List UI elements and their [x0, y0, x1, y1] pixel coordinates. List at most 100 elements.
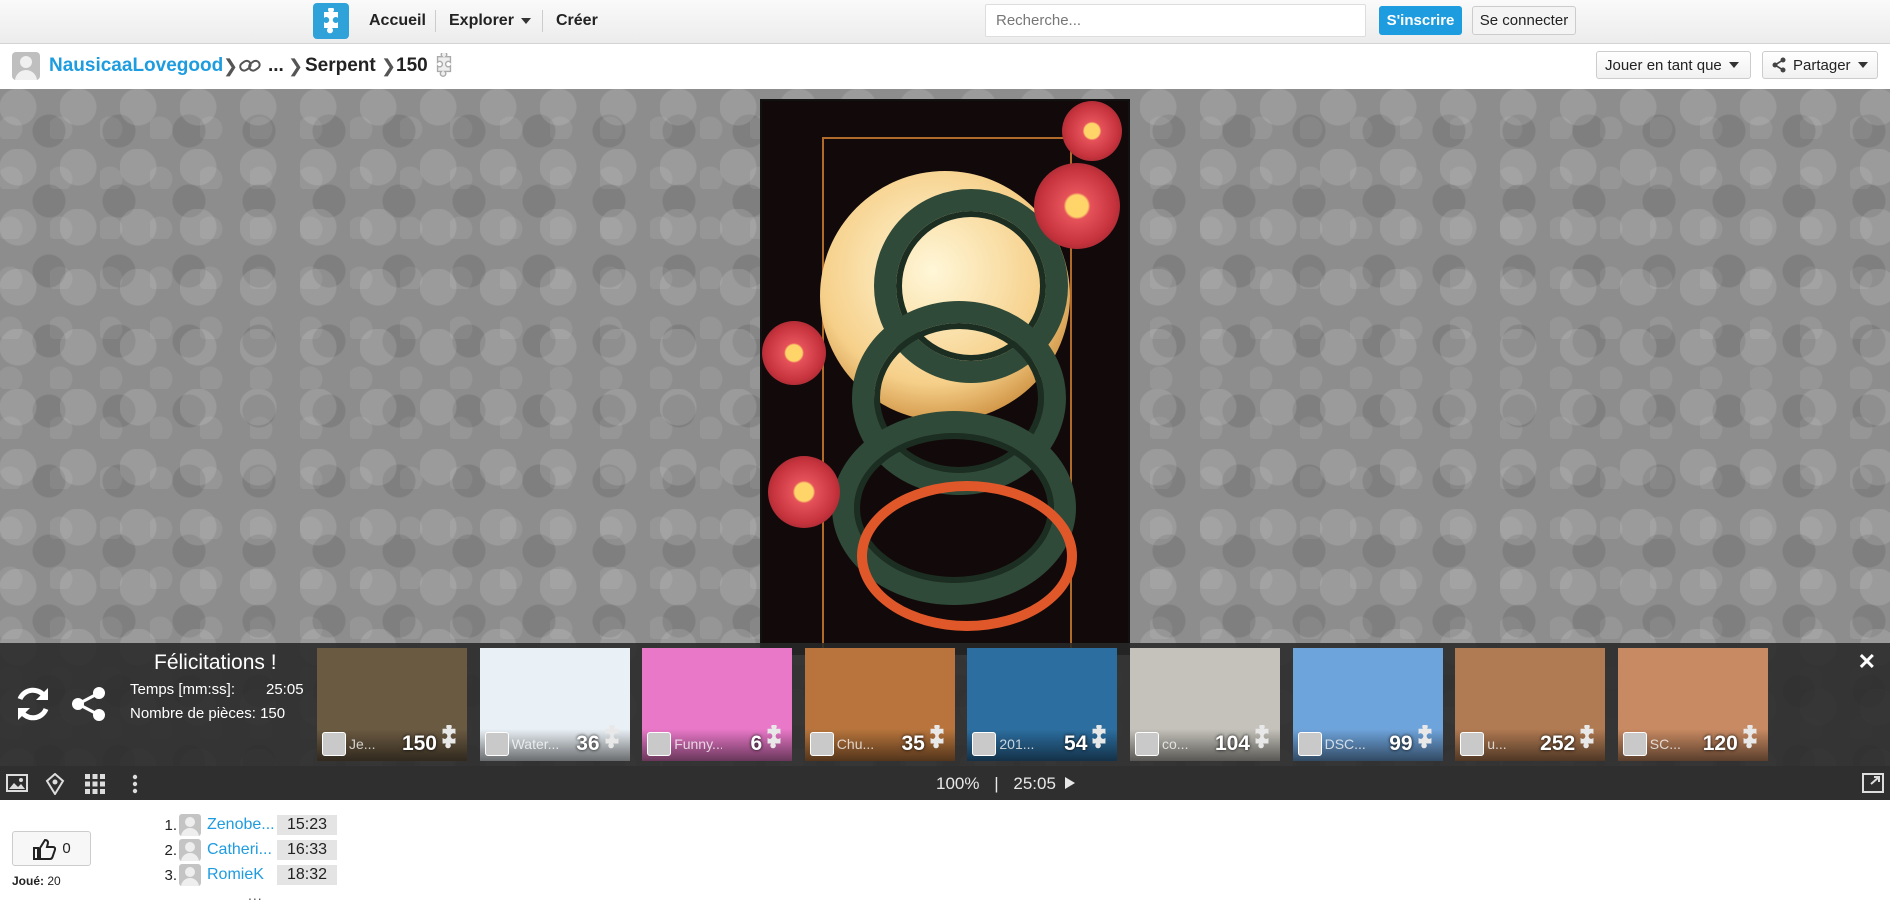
completed-puzzle-image[interactable]: [762, 101, 1128, 653]
thumbnail-piece-count: 35: [901, 732, 925, 755]
breadcrumb-user-link[interactable]: NausicaaLovegood: [49, 55, 223, 77]
timer: 25:05: [1013, 774, 1056, 793]
puzzle-thumbnail[interactable]: Je... 150: [317, 648, 467, 761]
puzzle-thumbnail[interactable]: u... 252: [1455, 648, 1606, 761]
thumbnail-avatar: [809, 732, 834, 756]
status-separator: |: [994, 774, 999, 793]
puzzle-thumbnail[interactable]: Funny... 6: [642, 648, 793, 761]
link-icon: [238, 56, 262, 81]
site-logo-puzzle-icon[interactable]: [313, 3, 349, 39]
puzzle-toolbar: 100% | 25:05: [0, 766, 1890, 800]
player-time: 16:33: [277, 840, 338, 860]
thumbnail-piece-count: 99: [1389, 732, 1413, 755]
puzzle-piece-icon: [1250, 723, 1274, 754]
rank-number: 3.: [164, 866, 177, 884]
snake-belly: [857, 481, 1077, 631]
puzzle-thumbnail[interactable]: SC... 120: [1617, 648, 1768, 761]
thumbnail-avatar: [1622, 732, 1647, 756]
thumbnail-avatar: [647, 732, 672, 756]
thumbnail-title: Funny...: [674, 736, 723, 752]
player-avatar[interactable]: [179, 864, 201, 886]
played-number: 20: [47, 874, 61, 888]
like-button[interactable]: 0: [12, 831, 91, 866]
congrats-title: Félicitations !: [154, 651, 277, 674]
puzzle-thumbnail[interactable]: 201... 54: [967, 648, 1118, 761]
chevron-right-icon: ❯: [288, 56, 304, 76]
leaderboard-row: 1. Zenobe... 15:23: [163, 814, 338, 836]
thumbnail-piece-count: 104: [1214, 732, 1250, 755]
thumbnail-title: DSC...: [1324, 736, 1366, 752]
player-avatar[interactable]: [179, 814, 201, 836]
close-icon[interactable]: ✕: [1858, 649, 1876, 675]
nav-home-link[interactable]: Accueil: [369, 12, 426, 30]
puzzle-thumbnail[interactable]: Chu... 35: [804, 648, 955, 761]
nav-explore-dropdown[interactable]: Explorer: [449, 12, 531, 30]
thumbnail-avatar: [1135, 732, 1159, 756]
thumbnail-piece-count: 6: [750, 732, 763, 755]
nav-explore-label: Explorer: [449, 12, 514, 29]
thumbnail-piece-count: 36: [576, 732, 600, 755]
zoom-and-timer-status: 100% | 25:05: [936, 774, 1076, 794]
thumbs-up-icon: [33, 838, 57, 860]
leaderboard-more[interactable]: ...: [248, 887, 263, 903]
player-avatar[interactable]: [179, 839, 201, 861]
user-avatar[interactable]: [12, 52, 40, 80]
thumbnail-title: Water...: [511, 736, 560, 752]
image-preview-icon[interactable]: [6, 773, 28, 798]
chevron-down-icon: [1857, 62, 1868, 68]
fullscreen-icon[interactable]: [1862, 773, 1884, 798]
refresh-icon[interactable]: [12, 683, 54, 730]
player-name-link[interactable]: Catheri...: [207, 841, 277, 859]
nav-create-link[interactable]: Créer: [556, 12, 598, 30]
played-label: Joué:: [12, 874, 45, 888]
thumbnail-title: Chu...: [836, 736, 875, 752]
breadcrumb-ellipsis[interactable]: ...: [268, 55, 284, 77]
thumbnail-avatar: [972, 732, 997, 756]
share-icon: [1772, 57, 1786, 73]
time-label: Temps [mm:ss]:: [130, 681, 236, 698]
nav-divider: [542, 10, 543, 32]
grid-icon[interactable]: [84, 773, 106, 800]
player-time: 15:23: [277, 815, 338, 835]
chevron-down-icon: [1728, 62, 1739, 68]
thumbnail-title: co...: [1162, 736, 1189, 752]
thumbnail-piece-count: 150: [401, 732, 437, 755]
edge-pieces-icon[interactable]: [44, 772, 66, 800]
puzzle-thumbnail[interactable]: DSC... 99: [1292, 648, 1443, 761]
puzzle-piece-icon: [1738, 723, 1762, 754]
rose-decoration: [1062, 101, 1122, 161]
puzzle-piece-icon: [762, 723, 786, 754]
breadcrumb-title: Serpent: [305, 55, 376, 76]
search-input[interactable]: [985, 4, 1366, 37]
puzzle-piece-icon: [1413, 723, 1437, 754]
puzzle-piece-icon: [925, 723, 949, 754]
time-value: 25:05: [266, 681, 304, 698]
signup-button[interactable]: S'inscrire: [1379, 6, 1462, 35]
play-icon[interactable]: [1064, 776, 1076, 790]
rose-decoration: [762, 321, 826, 385]
rank-number: 2.: [164, 841, 177, 859]
play-as-dropdown[interactable]: Jouer en tant que: [1596, 51, 1751, 79]
player-name-link[interactable]: Zenobe...: [207, 816, 277, 834]
share-dropdown[interactable]: Partager: [1762, 51, 1878, 79]
breadcrumb-piece-count: 150: [396, 55, 428, 76]
puzzle-thumbnail[interactable]: Water... 36: [479, 648, 630, 761]
breadcrumb: NausicaaLovegood ❯ ... ❯ Serpent ❯ 150 J…: [0, 44, 1890, 88]
puzzle-piece-icon: [437, 723, 461, 754]
puzzle-piece-icon: [1087, 723, 1111, 754]
thumbnail-avatar: [322, 732, 346, 756]
puzzle-piece-icon: [600, 723, 624, 754]
rose-decoration: [1034, 163, 1120, 249]
nav-divider: [435, 10, 436, 32]
thumbnail-avatar: [1297, 732, 1322, 756]
puzzle-piece-icon: [1575, 723, 1599, 754]
play-as-label: Jouer en tant que: [1605, 56, 1722, 74]
thumbnail-piece-count: 120: [1702, 732, 1738, 755]
more-options-icon[interactable]: [130, 773, 140, 800]
login-button[interactable]: Se connecter: [1472, 6, 1576, 35]
puzzle-thumbnail[interactable]: co... 104: [1130, 648, 1280, 761]
player-name-link[interactable]: RomieK: [207, 866, 277, 884]
zoom-level[interactable]: 100%: [936, 774, 979, 793]
chevron-down-icon: [520, 17, 531, 24]
share-icon[interactable]: [70, 685, 108, 728]
